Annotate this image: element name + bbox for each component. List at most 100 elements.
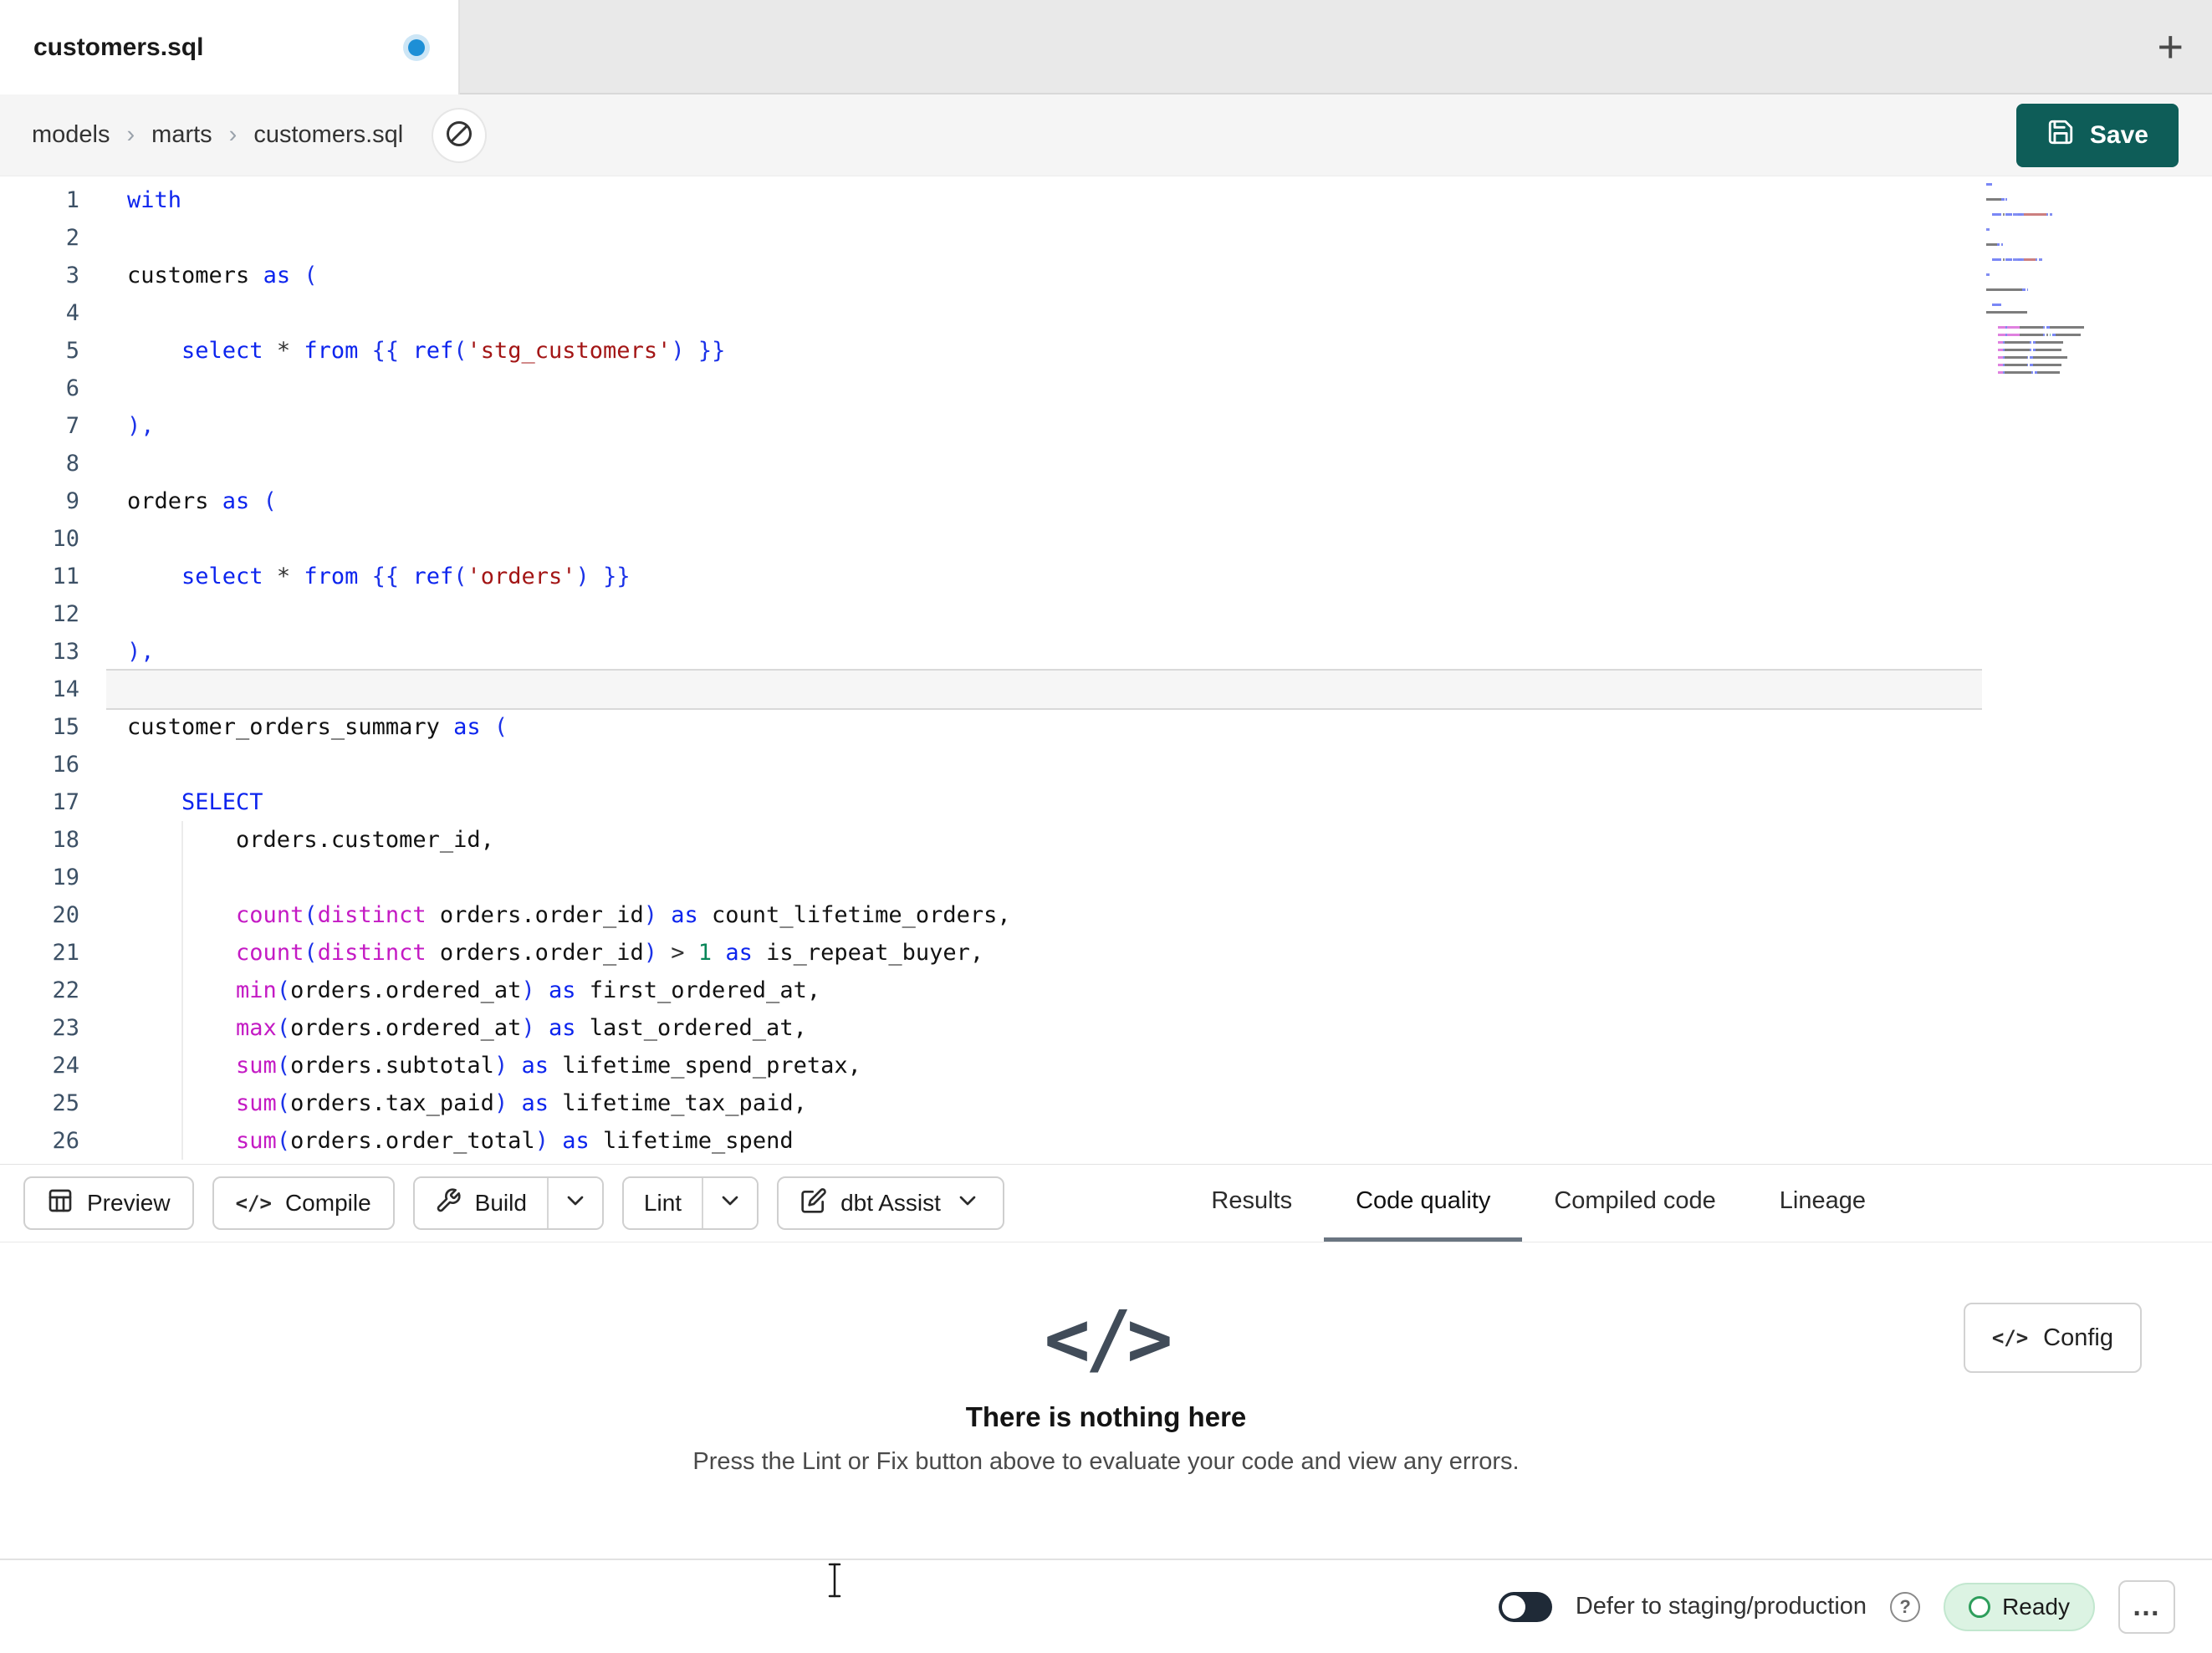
ready-status-badge[interactable]: Ready [1944, 1582, 2095, 1631]
code-line[interactable]: 13), [0, 633, 2212, 671]
lint-dropdown-button[interactable] [702, 1178, 758, 1228]
code-line-text: customers as ( [127, 263, 318, 288]
line-number: 12 [52, 601, 79, 627]
minimap-line [1986, 273, 2113, 276]
code-line[interactable]: 3 customers as ( [0, 257, 2212, 294]
minimap-line [1986, 251, 2113, 253]
panel-tab-code-quality[interactable]: Code quality [1324, 1165, 1523, 1242]
code-line[interactable]: 21 count(distinct orders.order_id) > 1 a… [0, 934, 2212, 972]
code-line[interactable]: 22 min(orders.ordered_at) as first_order… [0, 972, 2212, 1009]
minimap-line [1986, 281, 2113, 283]
lint-button-group: Lint [621, 1176, 759, 1230]
minimap-line [1986, 364, 2113, 366]
code-line[interactable]: 18 orders.customer_id, [0, 821, 2212, 859]
minimap-line [1986, 326, 2113, 329]
code-line[interactable]: 17 SELECT [0, 783, 2212, 821]
code-line[interactable]: 25 sum(orders.tax_paid) as lifetime_tax_… [0, 1084, 2212, 1122]
code-line[interactable]: 6 [0, 370, 2212, 407]
breadcrumb-separator: › [126, 121, 135, 148]
compile-button-label: Compile [284, 1190, 371, 1216]
dbt-assist-button[interactable]: dbt Assist [777, 1176, 1004, 1230]
line-number: 16 [52, 752, 79, 778]
code-line[interactable]: 16 [0, 746, 2212, 783]
panel-tab-compiled-code[interactable]: Compiled code [1522, 1165, 1747, 1242]
line-number: 21 [52, 940, 79, 966]
tab-customers-sql[interactable]: customers.sql [0, 0, 460, 94]
minimap-line [1986, 236, 2113, 238]
file-state-button[interactable] [433, 109, 486, 161]
code-line[interactable]: 5 select * from {{ ref('stg_customers') … [0, 332, 2212, 370]
empty-state-subtitle: Press the Lint or Fix button above to ev… [692, 1448, 1520, 1475]
code-line[interactable]: 10 [0, 520, 2212, 558]
save-button[interactable]: Save [2015, 103, 2179, 167]
code-line[interactable]: 20 count(distinct orders.order_id) as co… [0, 896, 2212, 934]
code-line[interactable]: 15 customer_orders_summary as ( [0, 708, 2212, 746]
minimap[interactable] [1986, 183, 2113, 379]
mouse-cursor-ibeam [824, 1562, 845, 1603]
config-button-label: Config [2043, 1324, 2113, 1351]
defer-toggle[interactable] [1498, 1591, 1552, 1622]
empty-state-title: There is nothing here [965, 1401, 1247, 1432]
more-options-button[interactable]: … [2118, 1579, 2175, 1634]
code-line[interactable]: 24 sum(orders.subtotal) as lifetime_spen… [0, 1047, 2212, 1084]
code-line[interactable]: 8 [0, 445, 2212, 482]
help-icon[interactable]: ? [1890, 1591, 1921, 1622]
breadcrumb-item-customers-sql[interactable]: customers.sql [253, 121, 403, 149]
new-tab-button[interactable]: + [2157, 24, 2184, 69]
build-dropdown-button[interactable] [546, 1178, 602, 1228]
breadcrumb-item-marts[interactable]: marts [151, 121, 212, 149]
build-button[interactable]: Build [414, 1178, 547, 1228]
preview-button-label: Preview [87, 1190, 171, 1216]
breadcrumb-item-models[interactable]: models [32, 121, 110, 149]
build-button-group: Build [412, 1176, 604, 1230]
code-editor[interactable]: 1 with 2 3 customers as (4 5 select * from {{… [0, 176, 2212, 1164]
code-line[interactable]: 9 orders as ( [0, 482, 2212, 520]
empty-state: </> There is nothing here Press the Lint… [479, 1301, 1734, 1476]
code-line[interactable]: 26 sum(orders.order_total) as lifetime_s… [0, 1122, 2212, 1160]
chevron-down-icon [954, 1187, 981, 1220]
code-line-text [106, 671, 1982, 708]
compile-button[interactable]: </> Compile [212, 1176, 395, 1230]
minimap-line [1986, 349, 2113, 351]
status-bar: Defer to staging/production ? Ready … [0, 1559, 2212, 1653]
code-line-text: with [127, 187, 182, 213]
code-line[interactable]: 11 select * from {{ ref('orders') }} [0, 558, 2212, 595]
code-line[interactable]: 12 [0, 595, 2212, 633]
code-line[interactable]: 19 [0, 859, 2212, 896]
circle-slash-icon [444, 119, 474, 151]
save-icon [2046, 118, 2075, 153]
code-line-text: select * from {{ ref('stg_customers') }} [181, 338, 726, 364]
line-number: 23 [52, 1015, 79, 1041]
line-number: 15 [52, 714, 79, 740]
line-number: 6 [65, 375, 79, 401]
code-line[interactable]: 1 with [0, 181, 2212, 219]
code-line-text: count(distinct orders.order_id) as count… [236, 902, 1011, 928]
line-number: 14 [52, 676, 79, 702]
minimap-line [1986, 341, 2113, 344]
line-number: 25 [52, 1090, 79, 1116]
table-icon [47, 1187, 74, 1220]
code-line[interactable]: 2 [0, 219, 2212, 257]
lint-button[interactable]: Lint [623, 1178, 702, 1228]
panel-tab-lineage[interactable]: Lineage [1748, 1165, 1898, 1242]
toggle-knob [1501, 1594, 1525, 1619]
minimap-line [1986, 243, 2113, 246]
code-line-text: sum(orders.order_total) as lifetime_spen… [236, 1128, 794, 1154]
dbt-assist-button-label: dbt Assist [840, 1190, 941, 1216]
chevron-down-icon [717, 1187, 743, 1220]
preview-button[interactable]: Preview [23, 1176, 194, 1230]
minimap-line [1986, 221, 2113, 223]
code-line[interactable]: 23 max(orders.ordered_at) as last_ordere… [0, 1009, 2212, 1047]
code-line[interactable]: 7), [0, 407, 2212, 445]
panel-tab-results[interactable]: Results [1179, 1165, 1324, 1242]
code-line[interactable]: 14 [0, 671, 2212, 708]
code-line-text: orders.customer_id, [127, 827, 494, 853]
code-line-text: sum(orders.subtotal) as lifetime_spend_p… [236, 1053, 861, 1079]
config-button[interactable]: </> Config [1963, 1303, 2142, 1373]
code-line[interactable]: 4 [0, 294, 2212, 332]
line-number: 13 [52, 639, 79, 665]
